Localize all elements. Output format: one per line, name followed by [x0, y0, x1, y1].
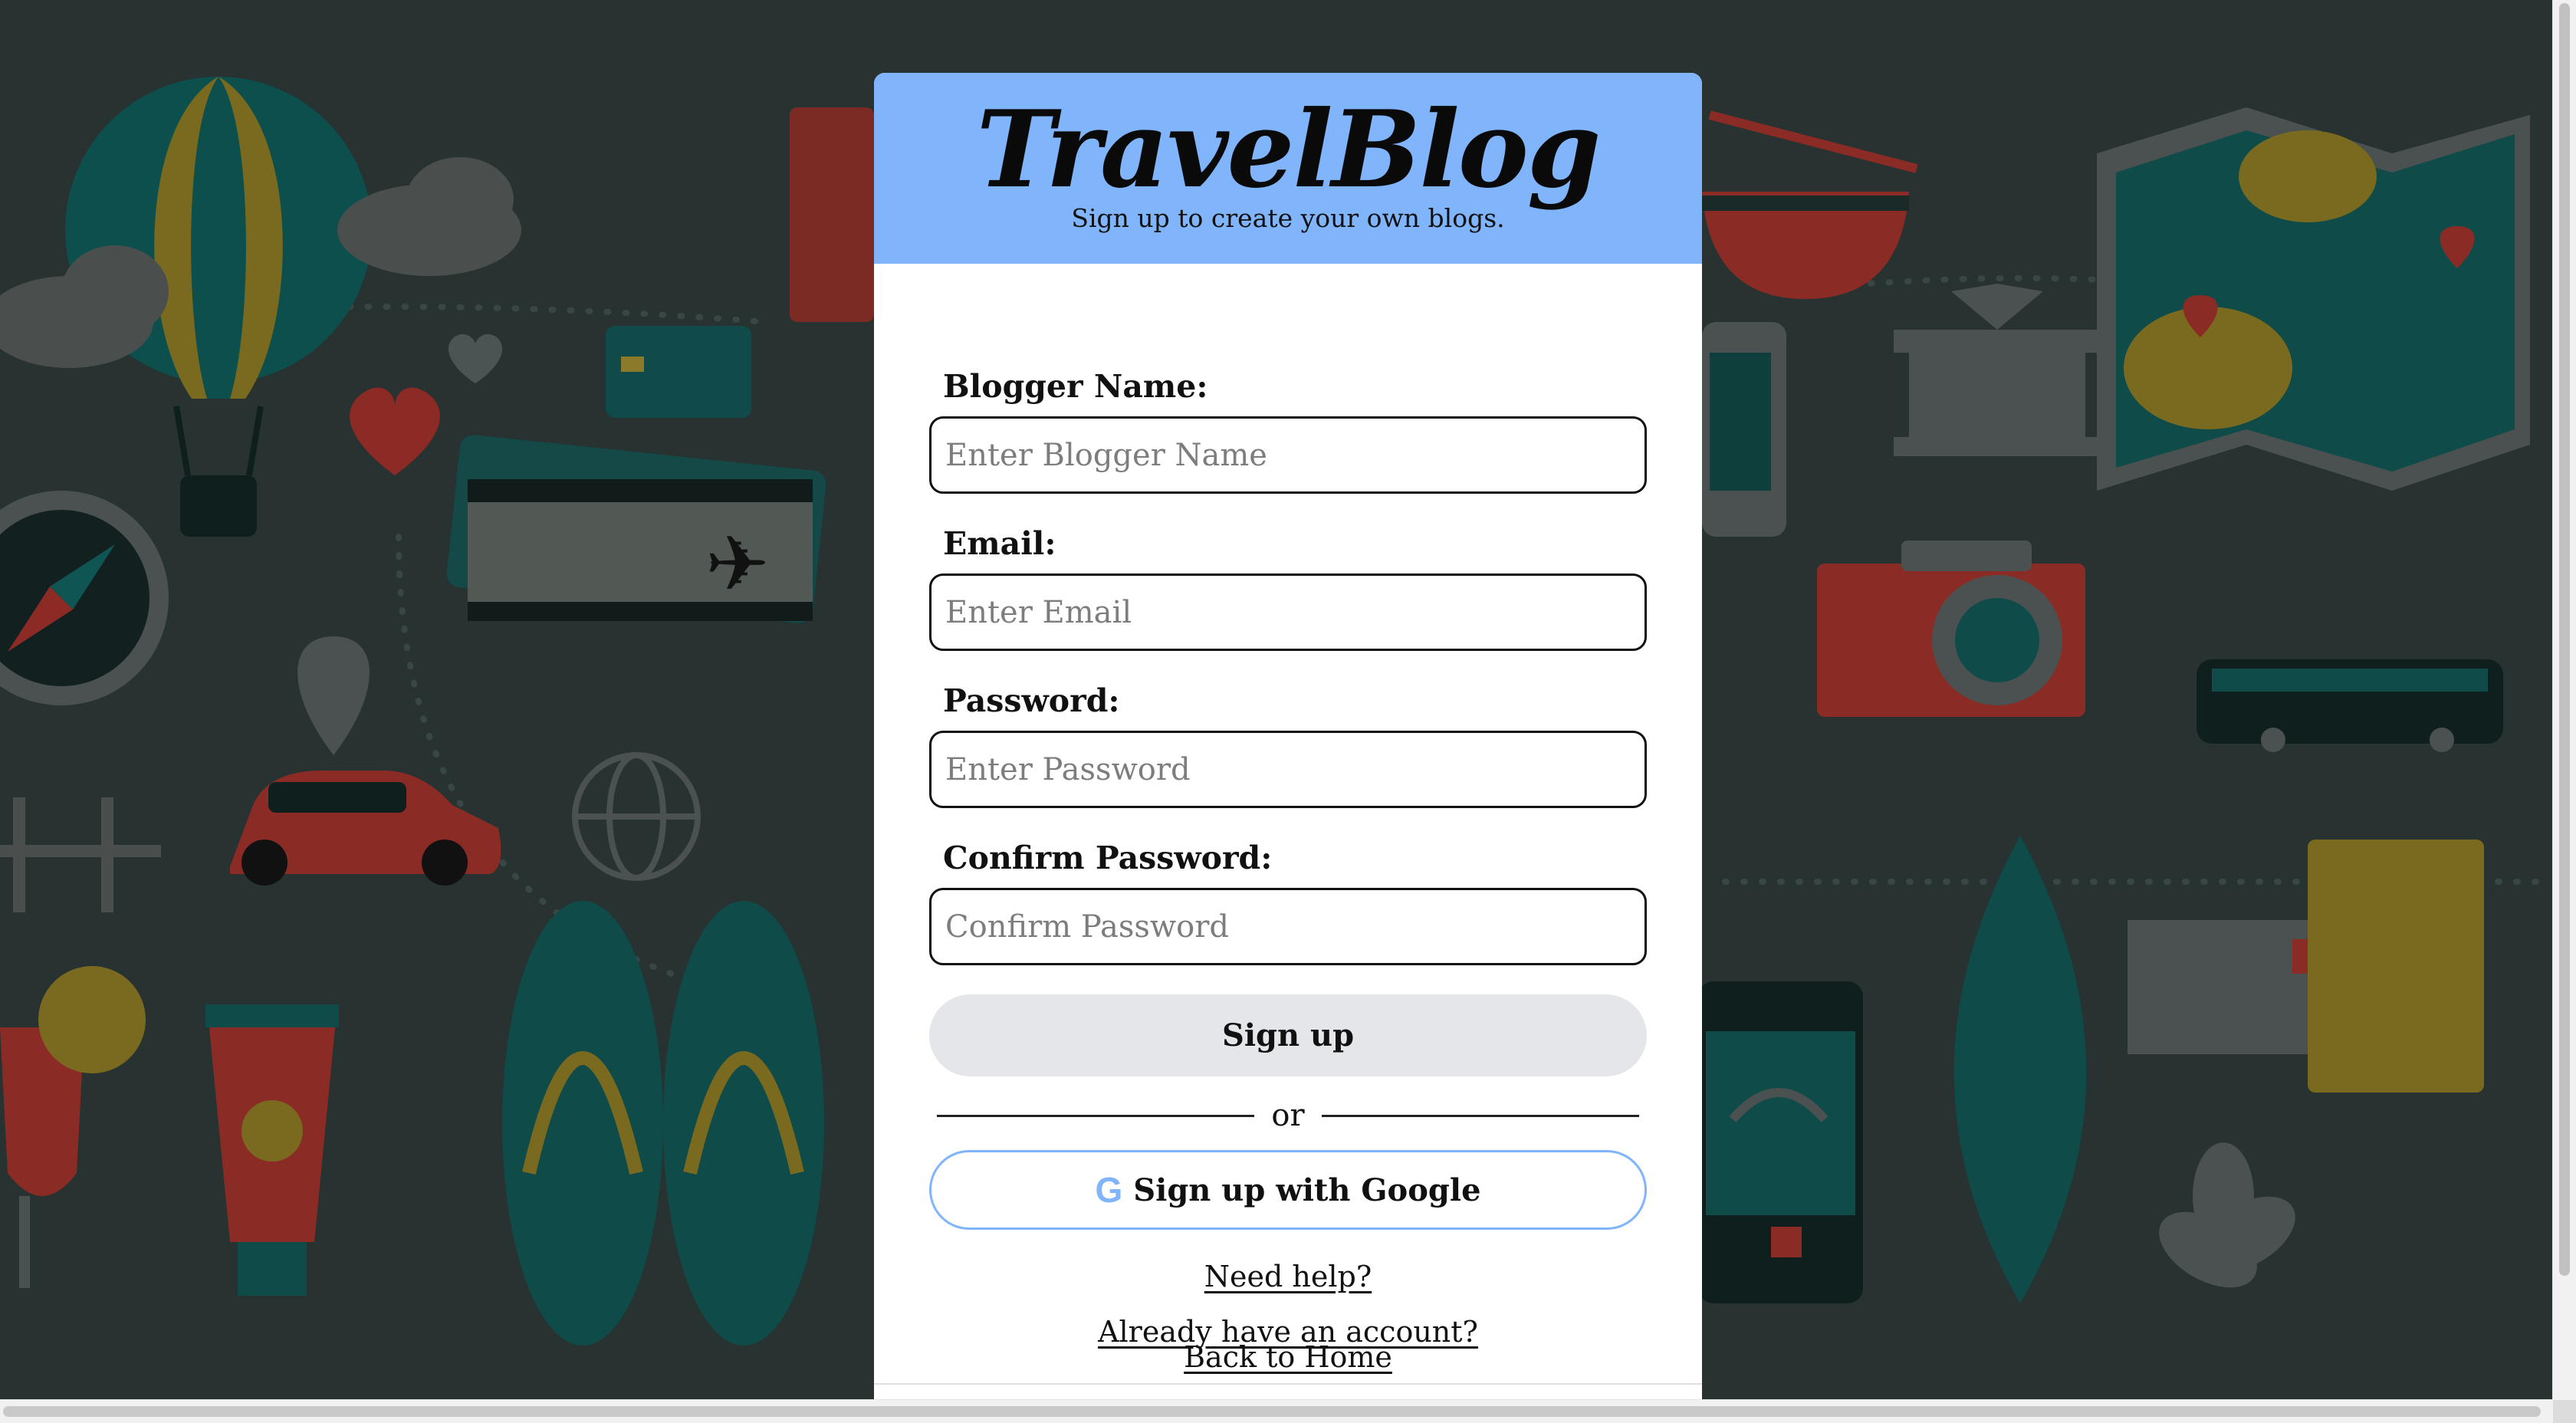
scrollbar-corner: [2553, 1400, 2576, 1423]
signup-card: TravelBlog Sign up to create your own bl…: [874, 73, 1702, 1400]
email-field: Email:: [929, 524, 1647, 651]
svg-text:✈: ✈: [705, 519, 770, 609]
horizontal-scrollbar[interactable]: [0, 1399, 2553, 1423]
google-signup-button[interactable]: G Sign up with Google: [929, 1150, 1647, 1230]
google-g-icon: G: [1095, 1170, 1123, 1210]
brand-logo[interactable]: TravelBlog: [874, 73, 1702, 203]
folded-map-icon: [2097, 107, 2530, 491]
google-signup-label: Sign up with Google: [1133, 1172, 1481, 1208]
card-header: TravelBlog Sign up to create your own bl…: [874, 73, 1702, 264]
confirm-password-input[interactable]: [929, 888, 1647, 965]
email-input[interactable]: [929, 573, 1647, 651]
or-text: or: [1271, 1098, 1305, 1133]
bus-icon: [2196, 659, 2503, 752]
blogger-name-label: Blogger Name:: [943, 368, 1208, 405]
confirm-password-field: Confirm Password:: [929, 839, 1647, 965]
horizontal-scrollbar-thumb[interactable]: [3, 1406, 2541, 1417]
confirm-password-label: Confirm Password:: [943, 840, 1273, 876]
phone-icon: [1698, 981, 1863, 1303]
camera-icon: [1817, 541, 2085, 717]
or-divider-line-right: [1321, 1114, 1640, 1117]
vertical-scrollbar-thumb[interactable]: [2559, 3, 2570, 1276]
blogger-name-input[interactable]: [929, 416, 1647, 494]
need-help-link[interactable]: Need help?: [874, 1260, 1702, 1293]
blogger-name-field: Blogger Name:: [929, 367, 1647, 494]
signup-button[interactable]: Sign up: [929, 994, 1647, 1076]
password-input[interactable]: [929, 731, 1647, 808]
email-label: Email:: [943, 525, 1056, 562]
footer-divider: [874, 1383, 1702, 1385]
or-divider: or: [937, 1093, 1640, 1139]
back-to-home-link[interactable]: Back to Home: [874, 1340, 1702, 1374]
password-field: Password:: [929, 682, 1647, 808]
password-label: Password:: [943, 682, 1120, 719]
vertical-scrollbar[interactable]: [2552, 0, 2576, 1400]
or-divider-line-left: [937, 1114, 1255, 1117]
passport-icon: [790, 107, 874, 322]
